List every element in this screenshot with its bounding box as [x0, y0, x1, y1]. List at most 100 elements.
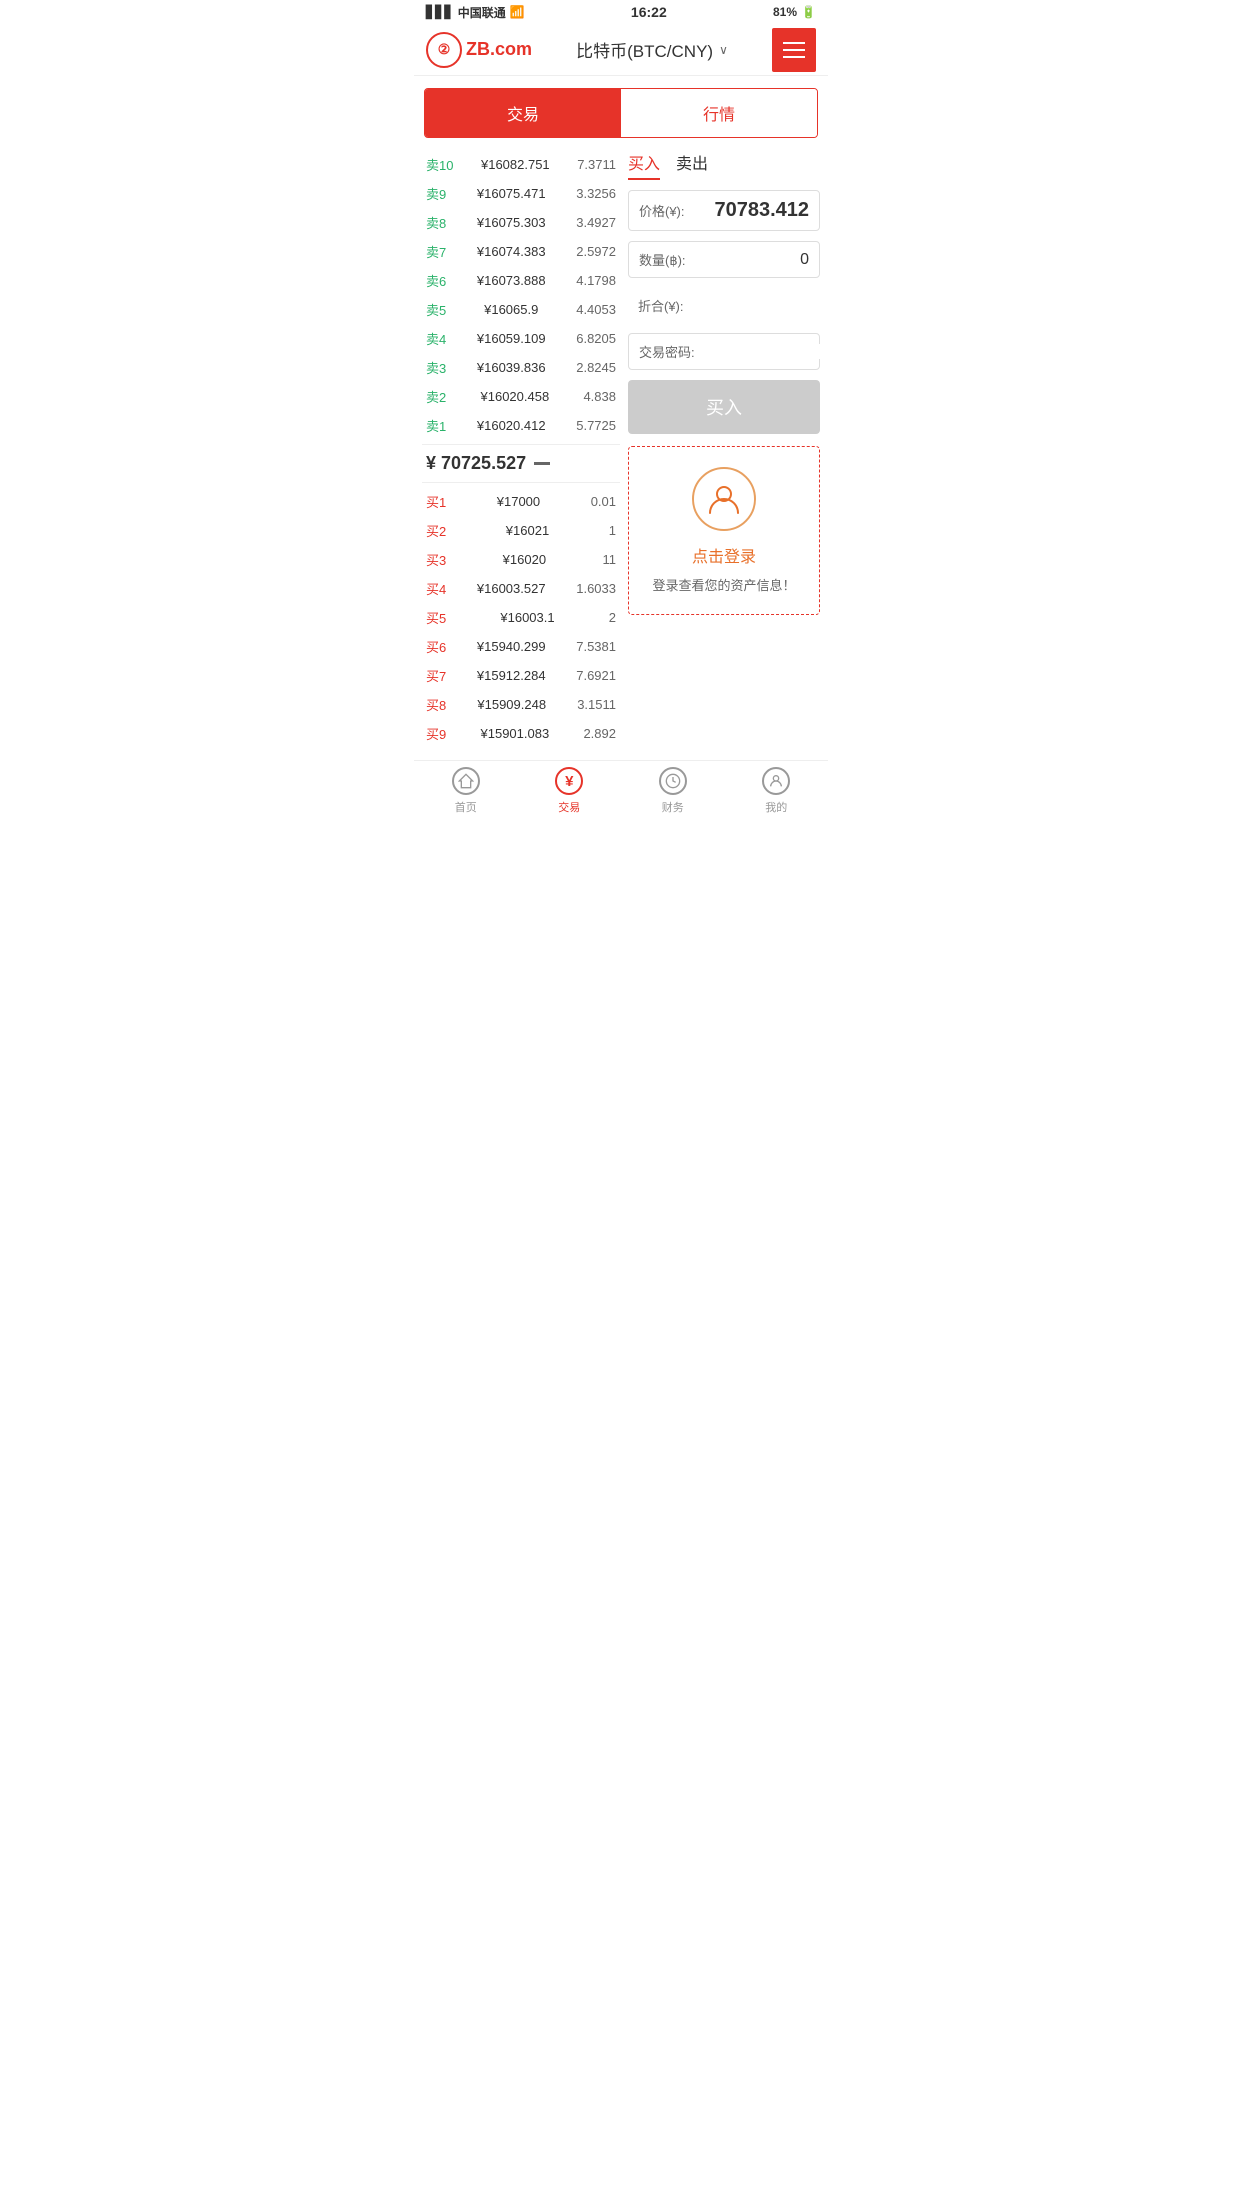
- sell-price-1: ¥16020.412: [477, 418, 546, 433]
- sell-order-3: 卖3 ¥16039.836 2.8245: [422, 353, 620, 382]
- sell-price-5: ¥16065.9: [484, 302, 538, 317]
- buy-qty-9: 2.892: [583, 726, 616, 741]
- nav-profile[interactable]: 我的: [725, 767, 829, 815]
- sell-qty-2: 4.838: [583, 389, 616, 404]
- buy-order-5: 买5 ¥16003.1 2: [422, 603, 620, 632]
- trade-icon: ¥: [555, 767, 583, 795]
- login-prompt[interactable]: 点击登录 登录查看您的资产信息！: [628, 446, 820, 615]
- price-label: 价格(¥):: [639, 201, 685, 220]
- buy-price-4: ¥16003.527: [477, 581, 546, 596]
- buy-order-1: 买1 ¥17000 0.01: [422, 487, 620, 516]
- tab-market[interactable]: 行情: [621, 89, 817, 137]
- sell-label-3: 卖3: [426, 358, 446, 377]
- qty-label: 数量(฿):: [639, 250, 686, 269]
- sell-order-4: 卖4 ¥16059.109 6.8205: [422, 324, 620, 353]
- buy-label-1: 买1: [426, 492, 446, 511]
- logo-text: ZB.com: [466, 39, 532, 60]
- price-field[interactable]: 价格(¥): 70783.412: [628, 190, 820, 231]
- tab-buy[interactable]: 买入: [628, 150, 660, 180]
- menu-line-1: [783, 42, 805, 44]
- finance-icon: [659, 767, 687, 795]
- sell-price-8: ¥16075.303: [477, 215, 546, 230]
- buy-order-3: 买3 ¥16020 11: [422, 545, 620, 574]
- sell-order-8: 卖8 ¥16075.303 3.4927: [422, 208, 620, 237]
- bottom-nav: 首页 ¥ 交易 财务 我的: [414, 760, 828, 823]
- sell-label-7: 卖7: [426, 242, 446, 261]
- sell-price-2: ¥16020.458: [481, 389, 550, 404]
- header: ② ZB.com 比特币(BTC/CNY) ∨: [414, 24, 828, 76]
- buy-label-3: 买3: [426, 550, 446, 569]
- menu-line-2: [783, 49, 805, 51]
- status-right: 81% 🔋: [773, 5, 816, 19]
- sell-qty-4: 6.8205: [576, 331, 616, 346]
- buy-order-4: 买4 ¥16003.527 1.6033: [422, 574, 620, 603]
- sell-price-10: ¥16082.751: [481, 157, 550, 172]
- sell-order-7: 卖7 ¥16074.383 2.5972: [422, 237, 620, 266]
- mid-price-value: ¥ 70725.527: [426, 453, 526, 474]
- tab-sell[interactable]: 卖出: [676, 150, 708, 180]
- password-field[interactable]: 交易密码:: [628, 333, 820, 370]
- buy-label-9: 买9: [426, 724, 446, 743]
- qty-field[interactable]: 数量(฿): 0: [628, 241, 820, 278]
- nav-finance-label: 财务: [662, 799, 684, 815]
- logo-circle: ②: [426, 32, 462, 68]
- sell-order-1: 卖1 ¥16020.412 5.7725: [422, 411, 620, 440]
- buy-price-9: ¥15901.083: [481, 726, 550, 741]
- buy-price-1: ¥17000: [497, 494, 540, 509]
- buy-order-6: 买6 ¥15940.299 7.5381: [422, 632, 620, 661]
- dropdown-icon[interactable]: ∨: [719, 43, 728, 57]
- sell-label-10: 卖10: [426, 155, 453, 174]
- buy-order-9: 买9 ¥15901.083 2.892: [422, 719, 620, 748]
- buy-label-7: 买7: [426, 666, 446, 685]
- nav-trade[interactable]: ¥ 交易: [518, 767, 622, 815]
- nav-home[interactable]: 首页: [414, 767, 518, 815]
- trade-form: 买入 卖出 价格(¥): 70783.412 数量(฿): 0 折合(¥): 交…: [620, 150, 820, 748]
- sell-label-8: 卖8: [426, 213, 446, 232]
- total-field: 折合(¥):: [628, 288, 820, 323]
- buy-price-7: ¥15912.284: [477, 668, 546, 683]
- carrier-label: 中国联通: [458, 4, 506, 21]
- buy-qty-8: 3.1511: [577, 697, 616, 712]
- wifi-icon: 📶: [510, 5, 525, 19]
- total-label: 折合(¥):: [638, 296, 684, 315]
- buy-price-2: ¥16021: [506, 523, 549, 538]
- tab-trade[interactable]: 交易: [425, 89, 621, 137]
- sell-label-1: 卖1: [426, 416, 446, 435]
- qty-value: 0: [800, 251, 809, 269]
- battery-label: 81%: [773, 5, 797, 19]
- sell-label-9: 卖9: [426, 184, 446, 203]
- buy-order-2: 买2 ¥16021 1: [422, 516, 620, 545]
- signal-icon: ▋▋▋: [426, 5, 454, 19]
- sell-price-7: ¥16074.383: [477, 244, 546, 259]
- order-book: 卖10 ¥16082.751 7.3711 卖9 ¥16075.471 3.32…: [422, 150, 620, 748]
- sell-order-2: 卖2 ¥16020.458 4.838: [422, 382, 620, 411]
- status-left: ▋▋▋ 中国联通 📶: [426, 4, 525, 21]
- sell-order-9: 卖9 ¥16075.471 3.3256: [422, 179, 620, 208]
- logo-inner: ②: [438, 41, 451, 58]
- buy-qty-5: 2: [609, 610, 616, 625]
- password-input[interactable]: [695, 344, 872, 359]
- person-icon: [706, 481, 742, 517]
- price-direction-icon: [534, 462, 550, 465]
- sell-qty-5: 4.4053: [576, 302, 616, 317]
- buy-qty-2: 1: [609, 523, 616, 538]
- buy-button[interactable]: 买入: [628, 380, 820, 434]
- sell-qty-6: 4.1798: [576, 273, 616, 288]
- pair-label: 比特币(BTC/CNY): [576, 37, 713, 62]
- sell-price-9: ¥16075.471: [477, 186, 546, 201]
- nav-finance[interactable]: 财务: [621, 767, 725, 815]
- sell-label-5: 卖5: [426, 300, 446, 319]
- nav-home-label: 首页: [455, 799, 477, 815]
- menu-button[interactable]: [772, 28, 816, 72]
- login-avatar-circle: [692, 467, 756, 531]
- sell-qty-9: 3.3256: [576, 186, 616, 201]
- login-text[interactable]: 点击登录: [639, 543, 809, 567]
- buy-order-8: 买8 ¥15909.248 3.1511: [422, 690, 620, 719]
- trade-tab-bar: 买入 卖出: [628, 150, 820, 180]
- sell-order-6: 卖6 ¥16073.888 4.1798: [422, 266, 620, 295]
- sell-qty-7: 2.5972: [576, 244, 616, 259]
- sell-label-6: 卖6: [426, 271, 446, 290]
- sell-qty-1: 5.7725: [576, 418, 616, 433]
- profile-icon: [762, 767, 790, 795]
- sell-qty-3: 2.8245: [576, 360, 616, 375]
